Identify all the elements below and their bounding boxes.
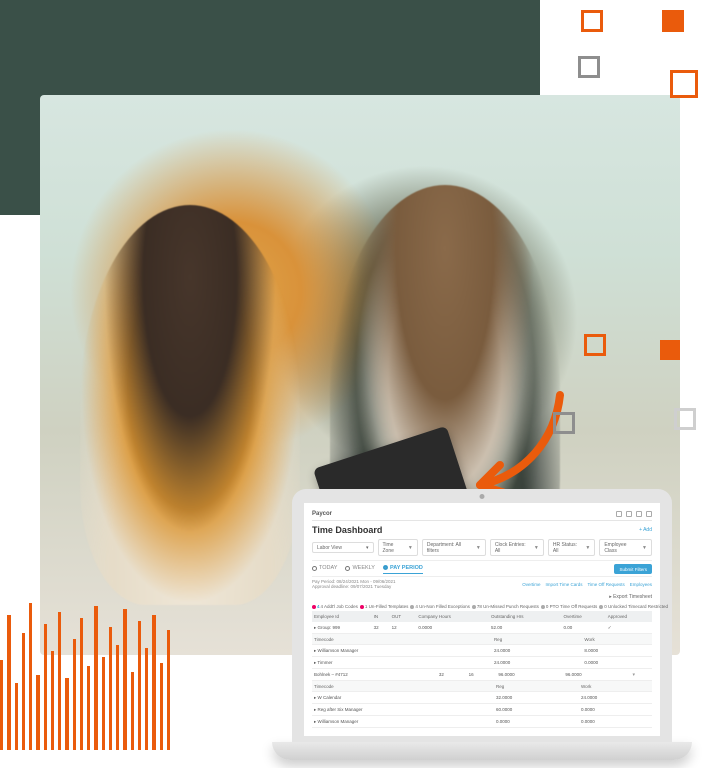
help-icon[interactable] (626, 511, 632, 517)
user-icon[interactable] (646, 511, 652, 517)
funnel-icon: ▼ (534, 545, 539, 551)
chevron-down-icon: ▾ (366, 545, 369, 551)
app-header: Paycor (312, 509, 652, 521)
decor-square (674, 408, 696, 430)
funnel-icon: ▼ (642, 545, 647, 551)
app-logo: Paycor (312, 511, 332, 517)
table-row[interactable]: Bohlnek – #4712 32 16 96.0000 96.0000 ▾ (312, 669, 652, 681)
filter-clock-entries[interactable]: Clock Entries: All▼ (490, 539, 544, 556)
employee-row-table: Bohlnek – #4712 32 16 96.0000 96.0000 ▾ (312, 669, 652, 681)
settings-icon[interactable] (636, 511, 642, 517)
pay-period-info: Pay Period: 08/24/2021 Mon - 09/06/2021 … (312, 579, 396, 589)
metric-item[interactable]: 4 Un-Non Filled Exceptions (410, 604, 470, 609)
decor-square (660, 340, 680, 360)
curved-arrow-icon (455, 385, 575, 505)
laptop-base (272, 742, 692, 760)
tab-pay-period[interactable]: PAY PERIOD (383, 565, 423, 574)
table-row[interactable]: ▸ Group: 999 32 12 0.0000 52.00 0.00 ✓ (312, 622, 652, 634)
table-row[interactable]: ▸ Williamson Manager 24.0000 8.0000 (312, 645, 652, 657)
table-row[interactable]: ▸ W Calendar 32.0000 24.0000 (312, 692, 652, 704)
summary-table: Employee Id IN OUT Company Hours Outstan… (312, 611, 652, 634)
radio-weekly[interactable] (345, 566, 350, 571)
filter-timezone[interactable]: Time Zone▼ (378, 539, 418, 556)
table-row[interactable]: ▸ Williamson Manager 0.0000 0.0000 (312, 716, 652, 728)
submit-filters-button[interactable]: Submit Filters (614, 564, 652, 574)
funnel-icon: ▼ (585, 545, 590, 551)
laptop-mockup: Paycor Time Dashboard + Add Labor View ▾… (272, 489, 692, 760)
link-overtime[interactable]: Overtime (522, 582, 540, 587)
table-row[interactable]: ▸ Timmer 24.0000 0.0000 (312, 657, 652, 669)
filter-bar: Labor View ▾ Time Zone▼ Department: All … (312, 537, 652, 561)
decor-square (584, 334, 606, 356)
filter-department[interactable]: Department: All filters▼ (422, 539, 486, 556)
tab-today[interactable]: TODAY (312, 565, 337, 574)
decor-square (581, 10, 603, 32)
page-title: Time Dashboard (312, 525, 382, 535)
add-button[interactable]: + Add (639, 527, 652, 533)
metric-item[interactable]: 0 PTO Time Off Requests (541, 604, 597, 609)
export-button[interactable]: ▸ Export Timesheet (609, 594, 652, 600)
decor-square (578, 56, 600, 78)
labor-view-select[interactable]: Labor View ▾ (312, 542, 374, 553)
funnel-icon: ▼ (408, 545, 413, 551)
decor-square (662, 10, 684, 32)
radio-today[interactable] (312, 566, 317, 571)
quick-links: Overtime Import Time Cards Time Off Requ… (522, 582, 652, 587)
table-row[interactable]: ▸ Reg after Six Manager 60.0000 0.0000 (312, 704, 652, 716)
search-icon[interactable] (616, 511, 622, 517)
metrics-bar: 44 Addt'l Job Codes 1 Un-Filled Template… (312, 602, 652, 611)
funnel-icon: ▼ (476, 545, 481, 551)
link-import[interactable]: Import Time Cards (545, 582, 582, 587)
decor-square (553, 412, 575, 434)
radio-pay-period[interactable] (383, 565, 388, 570)
decor-square (670, 70, 698, 98)
timecode-table-2: Timecode Reg Work ▸ W Calendar 32.0000 2… (312, 681, 652, 728)
metric-item[interactable]: 78 Un-Missed Punch Requests (472, 604, 539, 609)
barcode-decor (0, 600, 170, 750)
metric-item[interactable]: 0 Unlocked Timecard Restricted (599, 604, 668, 609)
metric-item[interactable]: 1 Un-Filled Templates (360, 604, 408, 609)
header-icons (616, 511, 652, 517)
link-timeoff[interactable]: Time Off Requests (587, 582, 624, 587)
period-tabs: TODAY WEEKLY PAY PERIOD (312, 565, 423, 574)
expand-icon[interactable]: ▾ (632, 672, 635, 678)
laptop-screen: Paycor Time Dashboard + Add Labor View ▾… (292, 489, 672, 742)
metric-item[interactable]: 44 Addt'l Job Codes (312, 604, 358, 609)
link-employees[interactable]: Employees (630, 582, 652, 587)
tab-weekly[interactable]: WEEKLY (345, 565, 375, 574)
filter-emp-class[interactable]: Employee Class▼ (599, 539, 652, 556)
timecode-table: Timecode Reg Work ▸ Williamson Manager 2… (312, 634, 652, 669)
filter-hr-status[interactable]: HR Status: All▼ (548, 539, 595, 556)
labor-view-label: Labor View (317, 545, 342, 551)
